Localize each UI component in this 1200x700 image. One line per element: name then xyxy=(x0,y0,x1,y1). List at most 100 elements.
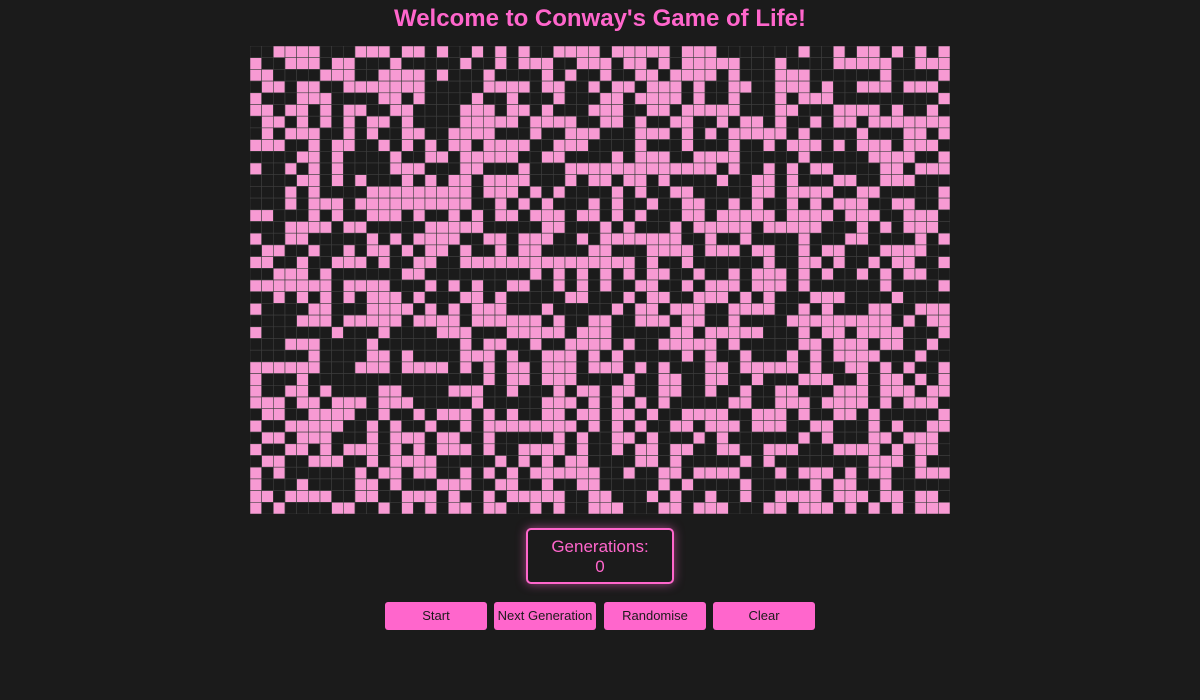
grid-cell[interactable] xyxy=(436,490,449,503)
grid-cell[interactable] xyxy=(669,92,682,105)
grid-cell[interactable] xyxy=(471,443,484,456)
grid-cell[interactable] xyxy=(856,244,869,257)
grid-cell[interactable] xyxy=(611,151,624,164)
grid-cell[interactable] xyxy=(856,478,869,491)
grid-cell[interactable] xyxy=(914,139,927,152)
grid-cell[interactable] xyxy=(599,151,612,164)
grid-cell[interactable] xyxy=(903,268,916,281)
grid-cell[interactable] xyxy=(331,326,344,339)
grid-cell[interactable] xyxy=(529,478,542,491)
grid-cell[interactable] xyxy=(296,139,309,152)
grid-cell[interactable] xyxy=(739,349,752,363)
grid-cell[interactable] xyxy=(389,431,402,445)
grid-cell[interactable] xyxy=(809,46,822,58)
grid-cell[interactable] xyxy=(459,244,472,257)
grid-cell[interactable] xyxy=(868,396,881,409)
grid-cell[interactable] xyxy=(576,478,589,491)
grid-cell[interactable] xyxy=(401,314,414,328)
grid-cell[interactable] xyxy=(938,115,950,129)
grid-cell[interactable] xyxy=(413,69,426,82)
grid-cell[interactable] xyxy=(879,338,892,351)
grid-cell[interactable] xyxy=(879,244,892,257)
grid-cell[interactable] xyxy=(681,139,694,152)
grid-cell[interactable] xyxy=(634,420,647,433)
grid-cell[interactable] xyxy=(809,244,822,257)
grid-cell[interactable] xyxy=(646,162,659,175)
grid-cell[interactable] xyxy=(378,104,391,117)
grid-cell[interactable] xyxy=(483,420,496,433)
grid-cell[interactable] xyxy=(763,232,776,246)
grid-cell[interactable] xyxy=(424,209,437,222)
grid-cell[interactable] xyxy=(938,443,950,456)
grid-cell[interactable] xyxy=(273,466,286,480)
grid-cell[interactable] xyxy=(891,174,904,187)
grid-cell[interactable] xyxy=(483,244,496,257)
grid-cell[interactable] xyxy=(856,455,869,468)
grid-cell[interactable] xyxy=(471,92,484,105)
grid-cell[interactable] xyxy=(308,127,321,140)
grid-cell[interactable] xyxy=(448,186,461,199)
grid-cell[interactable] xyxy=(821,466,834,480)
grid-cell[interactable] xyxy=(914,373,927,386)
grid-cell[interactable] xyxy=(739,127,752,140)
grid-cell[interactable] xyxy=(903,197,916,211)
grid-cell[interactable] xyxy=(471,396,484,409)
grid-cell[interactable] xyxy=(821,162,834,175)
grid-cell[interactable] xyxy=(401,501,414,514)
grid-cell[interactable] xyxy=(681,209,694,222)
grid-cell[interactable] xyxy=(821,420,834,433)
grid-cell[interactable] xyxy=(506,186,519,199)
grid-cell[interactable] xyxy=(833,232,846,246)
grid-cell[interactable] xyxy=(599,46,612,58)
grid-cell[interactable] xyxy=(506,314,519,328)
grid-cell[interactable] xyxy=(378,268,391,281)
grid-cell[interactable] xyxy=(413,373,426,386)
grid-cell[interactable] xyxy=(518,361,531,374)
grid-cell[interactable] xyxy=(588,186,601,199)
grid-cell[interactable] xyxy=(401,303,414,316)
grid-cell[interactable] xyxy=(763,384,776,398)
grid-cell[interactable] xyxy=(716,490,729,503)
grid-cell[interactable] xyxy=(774,408,787,421)
grid-cell[interactable] xyxy=(891,349,904,363)
grid-cell[interactable] xyxy=(728,443,741,456)
grid-cell[interactable] xyxy=(693,303,706,316)
grid-cell[interactable] xyxy=(401,127,414,140)
grid-cell[interactable] xyxy=(938,127,950,140)
grid-cell[interactable] xyxy=(868,431,881,445)
grid-cell[interactable] xyxy=(564,104,577,117)
grid-cell[interactable] xyxy=(506,478,519,491)
grid-cell[interactable] xyxy=(424,186,437,199)
grid-cell[interactable] xyxy=(693,104,706,117)
grid-cell[interactable] xyxy=(879,455,892,468)
grid-cell[interactable] xyxy=(704,127,717,140)
grid-cell[interactable] xyxy=(798,256,811,269)
grid-cell[interactable] xyxy=(541,57,554,70)
grid-cell[interactable] xyxy=(378,256,391,269)
grid-cell[interactable] xyxy=(681,373,694,386)
grid-cell[interactable] xyxy=(389,279,402,292)
grid-cell[interactable] xyxy=(576,268,589,281)
grid-cell[interactable] xyxy=(774,115,787,129)
grid-cell[interactable] xyxy=(879,501,892,514)
grid-cell[interactable] xyxy=(786,420,799,433)
grid-cell[interactable] xyxy=(378,279,391,292)
grid-cell[interactable] xyxy=(623,115,636,129)
grid-cell[interactable] xyxy=(564,420,577,433)
grid-cell[interactable] xyxy=(833,139,846,152)
grid-cell[interactable] xyxy=(611,384,624,398)
grid-cell[interactable] xyxy=(296,490,309,503)
grid-cell[interactable] xyxy=(833,46,846,58)
grid-cell[interactable] xyxy=(250,46,262,58)
grid-cell[interactable] xyxy=(774,431,787,445)
grid-cell[interactable] xyxy=(891,127,904,140)
grid-cell[interactable] xyxy=(903,209,916,222)
grid-cell[interactable] xyxy=(914,408,927,421)
grid-cell[interactable] xyxy=(564,57,577,70)
grid-cell[interactable] xyxy=(786,303,799,316)
grid-cell[interactable] xyxy=(774,186,787,199)
grid-cell[interactable] xyxy=(879,104,892,117)
grid-cell[interactable] xyxy=(343,244,356,257)
grid-cell[interactable] xyxy=(261,338,274,351)
grid-cell[interactable] xyxy=(704,221,717,234)
